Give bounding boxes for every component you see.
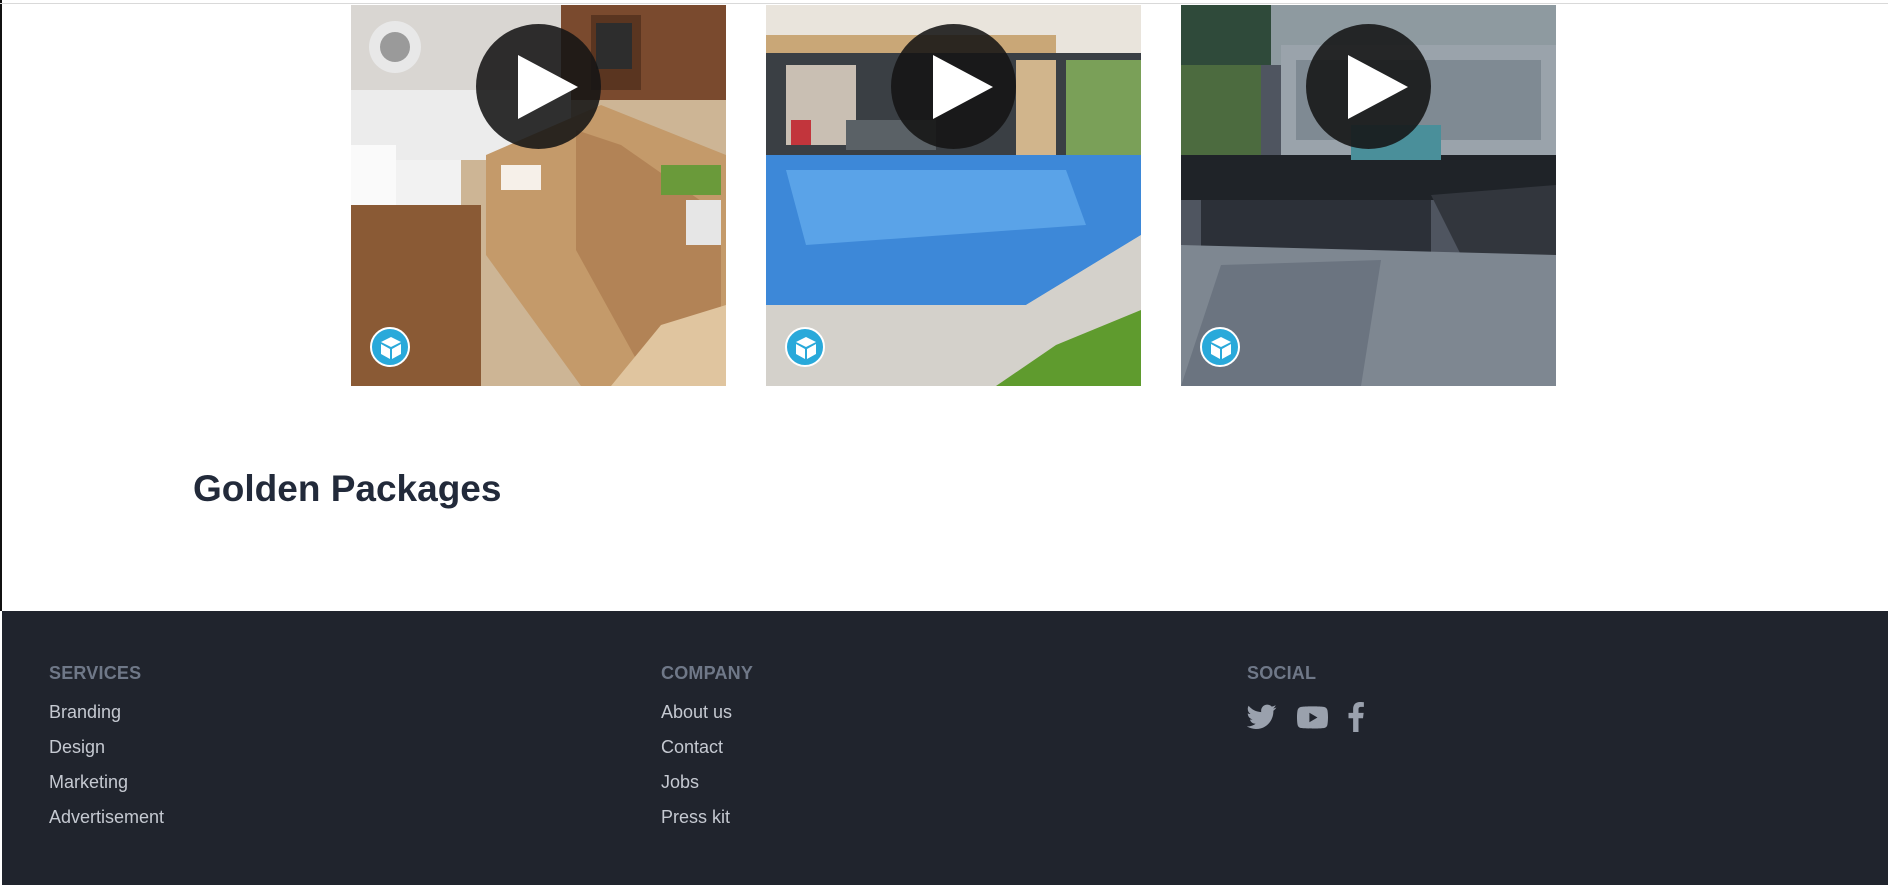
play-button[interactable] [891, 24, 1016, 149]
footer-link-about-us[interactable]: About us [661, 702, 732, 723]
3d-cube-icon[interactable] [370, 327, 410, 367]
media-gallery [351, 5, 1556, 386]
play-button[interactable] [476, 24, 601, 149]
footer-social-title: SOCIAL [1247, 663, 1317, 683]
footer-social-column: SOCIAL [1247, 663, 1364, 732]
gallery-tile-pool[interactable] [766, 5, 1141, 386]
section-title: Golden Packages [193, 468, 502, 509]
footer-link-design[interactable]: Design [49, 737, 105, 758]
footer-services-column: SERVICES Branding Design Marketing Adver… [49, 663, 164, 842]
footer-company-title: COMPANY [661, 663, 754, 683]
3d-cube-icon[interactable] [785, 327, 825, 367]
play-button[interactable] [1306, 24, 1431, 149]
footer-link-press-kit[interactable]: Press kit [661, 807, 730, 828]
top-divider [0, 3, 1888, 4]
footer-services-title: SERVICES [49, 663, 142, 683]
youtube-icon[interactable] [1297, 705, 1328, 729]
social-icons [1247, 702, 1364, 732]
footer-link-advertisement[interactable]: Advertisement [49, 807, 164, 828]
site-footer: SERVICES Branding Design Marketing Adver… [2, 611, 1888, 885]
footer-company-column: COMPANY About us Contact Jobs Press kit [661, 663, 753, 842]
footer-link-jobs[interactable]: Jobs [661, 772, 699, 793]
twitter-icon[interactable] [1247, 704, 1277, 730]
gallery-tile-interior[interactable] [351, 5, 726, 386]
facebook-icon[interactable] [1348, 702, 1364, 732]
footer-link-marketing[interactable]: Marketing [49, 772, 128, 793]
page-edge [0, 0, 2, 611]
3d-cube-icon[interactable] [1200, 327, 1240, 367]
footer-link-branding[interactable]: Branding [49, 702, 121, 723]
gallery-tile-facade[interactable] [1181, 5, 1556, 386]
footer-link-contact[interactable]: Contact [661, 737, 723, 758]
